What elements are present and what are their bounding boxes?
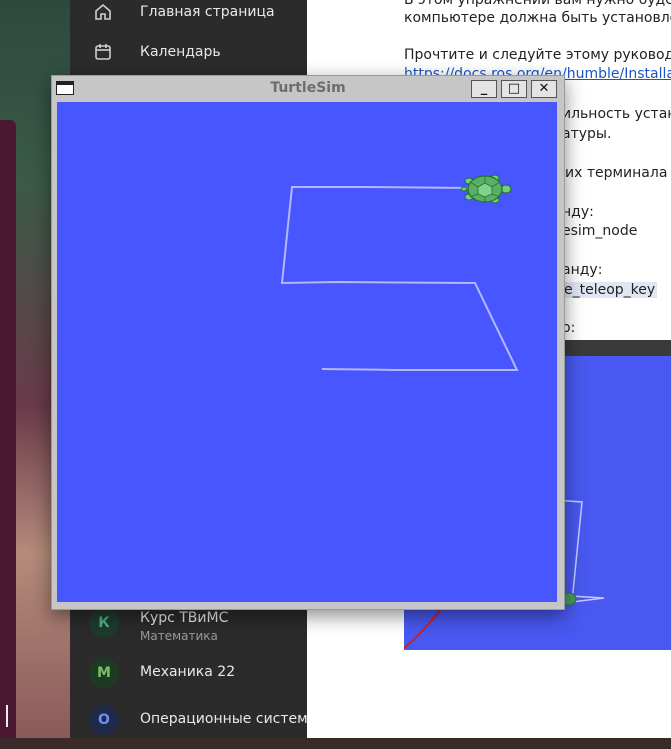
calendar-icon bbox=[94, 43, 112, 61]
home-icon bbox=[94, 3, 112, 21]
doc-text-line: компьютере должна быть установлена bbox=[404, 10, 671, 26]
course-title: Механика 22 bbox=[140, 664, 236, 680]
doc-text-line: Прочтите и следуйте этому руководств bbox=[404, 47, 671, 63]
sidebar-item-calendar[interactable]: Календарь bbox=[70, 34, 307, 70]
desktop-dock bbox=[0, 120, 16, 738]
sidebar-item-home[interactable]: Главная страница bbox=[70, 0, 307, 30]
doc-text-line: нду: bbox=[562, 204, 594, 220]
turtle-trail bbox=[280, 186, 519, 371]
turtle-icon bbox=[460, 174, 512, 204]
doc-code-snippet: e_teleop_key bbox=[562, 282, 658, 298]
doc-text-line: В этом упражнении вам нужно будет у bbox=[404, 0, 671, 8]
course-title: Операционные системы bbox=[140, 711, 319, 727]
sidebar-item-label: Главная страница bbox=[140, 4, 275, 20]
turtlesim-canvas bbox=[57, 102, 557, 602]
window-titlebar[interactable]: TurtleSim _ □ ✕ bbox=[52, 76, 564, 102]
course-title: Курс ТВиМС bbox=[140, 610, 229, 626]
course-avatar: О bbox=[89, 705, 119, 735]
course-subtitle: Математика bbox=[140, 629, 218, 643]
doc-text-line: анду: bbox=[562, 262, 603, 278]
close-button[interactable]: ✕ bbox=[531, 80, 557, 98]
course-item-tvims[interactable]: К Курс ТВиМС Математика bbox=[70, 608, 307, 652]
maximize-button[interactable]: □ bbox=[501, 80, 527, 98]
doc-text-line: ильность устано bbox=[562, 106, 671, 122]
turtlesim-window[interactable]: TurtleSim _ □ ✕ bbox=[51, 75, 565, 610]
doc-text-line: их терминала (и bbox=[565, 165, 671, 181]
doc-text-line: атуры. bbox=[562, 126, 612, 142]
doc-text-line: esim_node bbox=[562, 223, 638, 239]
text-cursor bbox=[6, 705, 8, 727]
sidebar-item-label: Календарь bbox=[140, 44, 221, 60]
course-item-mechanics[interactable]: М Механика 22 bbox=[70, 658, 307, 702]
minimize-button[interactable]: _ bbox=[471, 80, 497, 98]
course-item-os[interactable]: О Операционные системы bbox=[70, 705, 319, 749]
course-avatar: М bbox=[89, 658, 119, 688]
course-avatar: К bbox=[89, 608, 119, 638]
